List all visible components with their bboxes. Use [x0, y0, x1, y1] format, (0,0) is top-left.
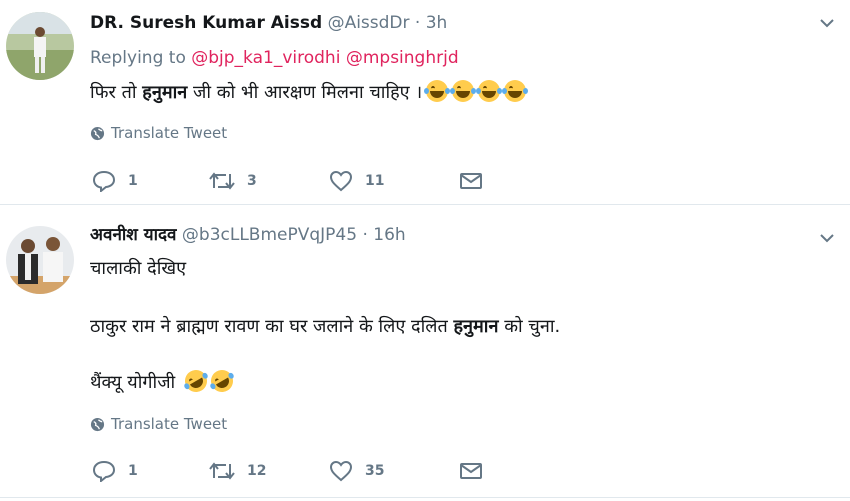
- divider: [0, 497, 850, 498]
- rofl-emoji-icon: [180, 365, 211, 397]
- translate-label[interactable]: Translate Tweet: [111, 415, 227, 433]
- reply-count: 1: [128, 463, 138, 479]
- user-name[interactable]: अवनीश यादव: [90, 225, 177, 245]
- tweet-text-line: ठाकुर राम ने ब्राह्मण रावण का घर जलाने क…: [90, 314, 560, 340]
- tweet-text-part: थैंक्यू योगीजी: [90, 372, 176, 393]
- reply-button[interactable]: 1: [92, 460, 209, 482]
- retweet-count: 12: [247, 463, 267, 479]
- tweet-text-part: को चुना.: [504, 316, 561, 337]
- retweet-button[interactable]: 12: [209, 461, 329, 481]
- globe-icon: [90, 417, 105, 431]
- translate-tweet-link[interactable]: Translate Tweet: [90, 415, 227, 433]
- envelope-icon: [460, 463, 482, 479]
- tweet[interactable]: अवनीश यादव @b3cLLBmePVqJP45 · 16h चालाकी…: [0, 0, 850, 501]
- rofl-emoji-icon: [206, 365, 237, 397]
- reply-icon: [92, 460, 116, 482]
- timestamp[interactable]: 16h: [373, 225, 405, 245]
- tweet-text-line: चालाकी देखिए: [90, 258, 187, 279]
- like-button[interactable]: 35: [329, 460, 459, 482]
- tweet-text-bold: हनुमान: [453, 316, 499, 337]
- separator-dot: ·: [362, 225, 368, 245]
- retweet-icon: [209, 462, 235, 480]
- chevron-down-icon[interactable]: [818, 229, 836, 247]
- avatar[interactable]: [6, 226, 74, 294]
- tweet-text-line: थैंक्यू योगीजी: [90, 365, 237, 397]
- user-handle[interactable]: @b3cLLBmePVqJP45: [182, 225, 357, 245]
- direct-message-button[interactable]: [459, 461, 483, 481]
- tweet-header: अवनीश यादव @b3cLLBmePVqJP45 · 16h: [90, 222, 406, 245]
- like-count: 35: [365, 463, 385, 479]
- heart-icon: [329, 460, 353, 482]
- tweet-text-part: ठाकुर राम ने ब्राह्मण रावण का घर जलाने क…: [90, 316, 448, 337]
- tweet-actions: 1 12 35: [92, 460, 483, 482]
